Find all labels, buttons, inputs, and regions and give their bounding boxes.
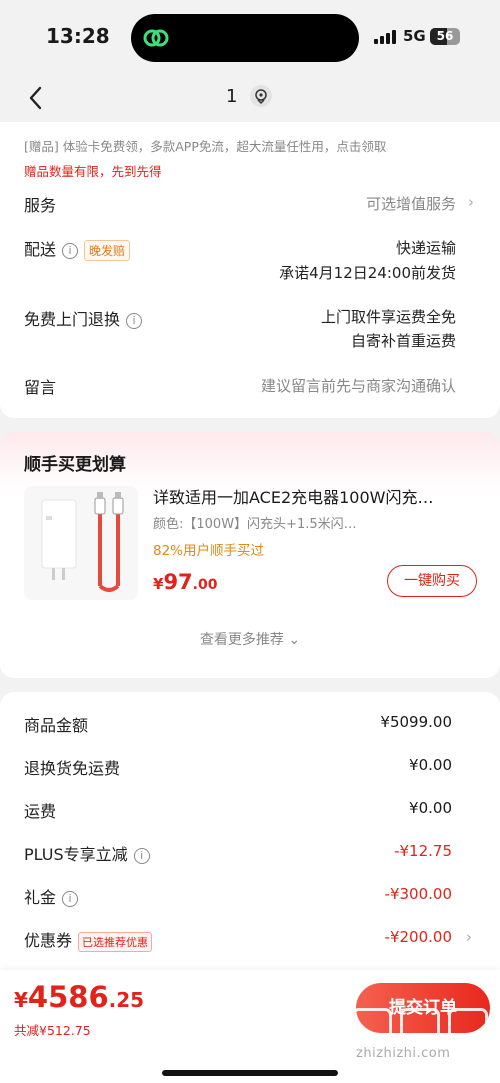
cost-label: 运费 [24,802,57,821]
cost-row-coupon[interactable]: 优惠券 已选推荐优惠 -¥200.00 › [0,927,500,957]
late-compensation-tag: 晚发赔 [84,240,131,261]
free-return-row[interactable]: 免费上门退换 i [24,306,143,330]
product-buy-rate: 82%用户顺手买过 [153,543,265,559]
delivery-row[interactable]: 配送 i 晚发赔 [24,236,131,261]
total-integer: 4586 [27,980,109,1014]
return-pickup-text: 上门取件享运费全免 [320,308,456,326]
price-integer: 97 [163,570,193,594]
order-options-card: [赠品] 体验卡免费领，多款APP免流，超大流量任性用，点击领取 赠品数量有限，… [0,122,500,418]
note-input[interactable]: 建议留言前先与商家沟通确认 [261,375,456,396]
checkout-bar: ¥4586.25 共减¥512.75 提交订单 zhizhizhi.com [0,970,500,1083]
total-decimal: .25 [108,988,145,1012]
info-icon[interactable]: i [62,890,79,907]
gift-limit-notice: 赠品数量有限，先到先得 [24,164,162,179]
total-price: ¥4586.25 [14,980,144,1014]
cost-label: 商品金额 [24,716,89,735]
gift-promo-text[interactable]: [赠品] 体验卡免费领，多款APP免流，超大流量任性用，点击领取 [24,136,386,155]
cost-label: PLUS专享立减 [24,845,128,864]
delivery-method: 快递运输 [395,239,456,257]
nav-bar: 1 [0,76,500,122]
product-image[interactable] [24,486,138,600]
cost-row-goods: 商品金额 ¥5099.00 [0,712,500,742]
cost-value: ¥5099.00 [380,713,452,731]
cost-row-shipping: 运费 ¥0.00 [0,798,500,828]
cost-value: ¥0.00 [409,799,452,817]
charger-illustration-icon [41,492,124,592]
info-icon[interactable]: i [126,312,143,329]
cost-label-wrap: PLUS专享立减 i [24,841,150,865]
free-return-label: 免费上门退换 [24,310,121,329]
delivery-promise: 承诺4月12日24:00前发货 [279,264,456,282]
address-count: 1 [226,86,238,107]
status-time: 13:28 [46,24,110,48]
cost-label: 礼金 [24,888,57,907]
recommend-card: 顺手买更划算 详致适用一加ACE2充电器100W闪充… 颜色:【100W】闪充头… [0,432,500,678]
cost-summary-card: 商品金额 ¥5099.00 退换货免运费 ¥0.00 运费 ¥0.00 PLUS… [0,692,500,982]
service-label: 服务 [24,196,57,215]
cost-row-return-shipping: 退换货免运费 ¥0.00 [0,755,500,785]
chevron-right-icon[interactable]: › [466,928,472,946]
return-self-send-text: 自寄补首重运费 [350,332,456,350]
cost-row-gift-money[interactable]: 礼金 i -¥300.00 [0,884,500,914]
network-type: 5G [403,27,426,45]
home-indicator[interactable] [162,1070,338,1076]
cost-value: -¥200.00 [384,928,452,946]
total-currency: ¥ [14,988,28,1012]
price-decimal: .00 [192,577,218,593]
coupon-tag: 已选推荐优惠 [78,931,153,952]
product-price: ¥97.00 [153,570,217,594]
location-pin-icon[interactable] [250,85,272,107]
info-icon[interactable]: i [133,847,150,864]
battery-icon: 56 [430,28,460,45]
delivery-label: 配送 [24,240,57,259]
status-bar: 13:28 5G 56 [0,0,500,76]
cost-value: -¥300.00 [384,885,452,903]
back-chevron-icon[interactable] [24,82,48,114]
cost-label-wrap: 礼金 i [24,884,79,908]
service-value[interactable]: 可选增值服务 [366,193,456,214]
recommend-title: 顺手买更划算 [24,455,126,475]
signal-icon [374,30,398,44]
one-click-buy-button[interactable]: 一键购买 [387,565,477,597]
total-saving: 共减¥512.75 [14,1023,91,1038]
cost-label: 优惠券 [24,931,73,950]
cost-label-wrap: 优惠券 已选推荐优惠 [24,927,153,952]
link-app-icon [143,29,169,47]
info-icon[interactable]: i [62,242,79,259]
watermark-logo: zhizhizhi.com [352,1008,492,1061]
note-label: 留言 [24,378,57,397]
view-more-label: 查看更多推荐 [199,632,284,648]
cost-value: ¥0.00 [409,756,452,774]
product-spec: 颜色:【100W】闪充头+1.5米闪… [153,517,357,532]
view-more-link[interactable]: 查看更多推荐 ⌄ [0,629,500,649]
battery-level: 56 [436,29,454,43]
watermark-text: zhizhizhi.com [356,1046,451,1061]
chevron-down-icon: ⌄ [288,632,301,648]
price-currency: ¥ [153,575,164,593]
dynamic-island [131,14,359,62]
cost-label: 退换货免运费 [24,759,121,778]
cost-value: -¥12.75 [394,842,452,860]
cost-row-plus-discount[interactable]: PLUS专享立减 i -¥12.75 [0,841,500,871]
service-chevron-icon[interactable]: › [468,193,474,211]
product-name[interactable]: 详致适用一加ACE2充电器100W闪充… [153,484,475,508]
